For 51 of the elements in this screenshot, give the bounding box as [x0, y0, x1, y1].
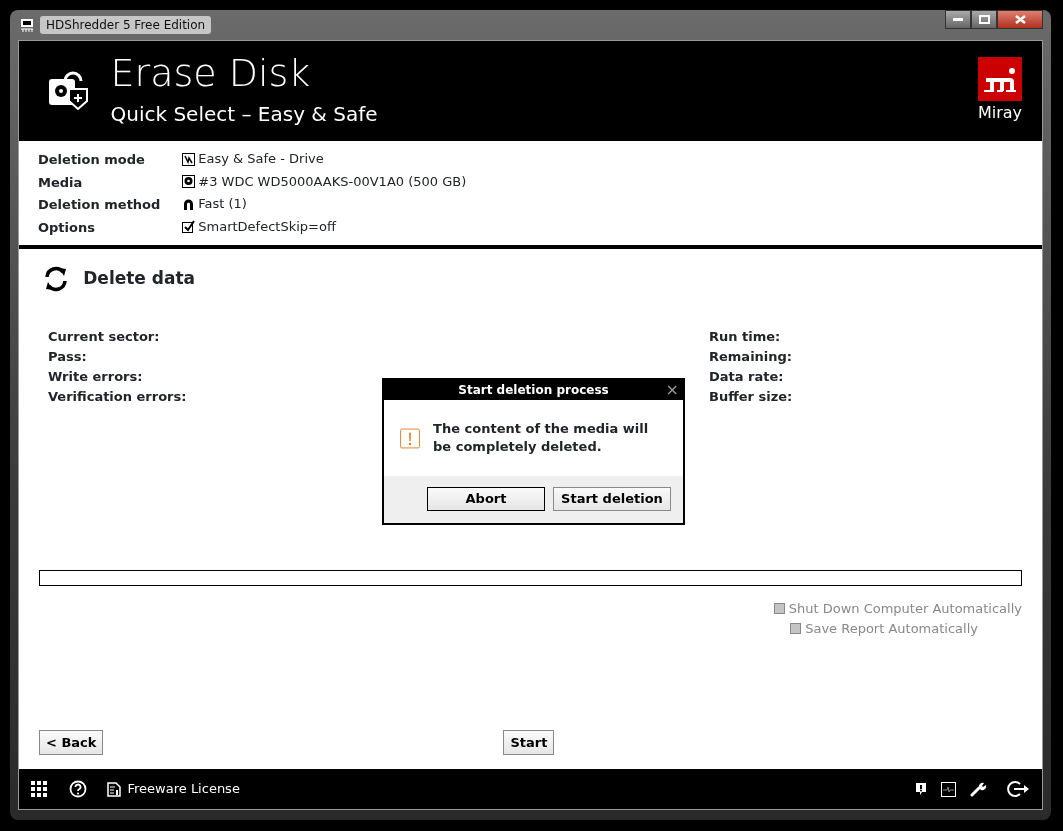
- start-button[interactable]: Start: [503, 729, 555, 755]
- field-value: #3 WDC WD5000AAKS-00V1A0 (500 GB): [198, 172, 467, 191]
- checkbox-icon: [182, 220, 195, 233]
- stat-label: Buffer size:: [709, 388, 793, 406]
- checkbox-label: Shut Down Computer Automatically: [788, 600, 1022, 618]
- license-link[interactable]: Freeware License: [127, 779, 240, 799]
- checkbox-label: Save Report Automatically: [805, 619, 978, 638]
- brand-name: Miray: [977, 102, 1022, 124]
- close-button[interactable]: [997, 10, 1043, 29]
- disk-icon: [182, 175, 195, 188]
- maximize-icon: [978, 15, 990, 24]
- stat-label: Remaining:: [709, 348, 793, 366]
- exit-icon[interactable]: [1006, 780, 1030, 798]
- stat-label: Pass:: [48, 348, 87, 366]
- field-value: Fast (1): [198, 195, 247, 213]
- minimize-button[interactable]: [945, 10, 971, 29]
- close-icon: [1014, 15, 1026, 24]
- help-icon[interactable]: [69, 780, 87, 798]
- dialog-message: The content of the media will be completely deleted.: [433, 420, 650, 456]
- field-value: SmartDefectSkip=off: [198, 217, 336, 236]
- stat-label: Run time:: [709, 328, 781, 346]
- page-title: Erase Disk: [110, 53, 312, 95]
- page-subtitle: Quick Select – Easy & Safe: [110, 100, 378, 128]
- wrench-icon[interactable]: [969, 781, 986, 797]
- log-icon[interactable]: [940, 781, 956, 797]
- close-button[interactable]: ×: [665, 380, 679, 400]
- app-icon: [20, 18, 34, 32]
- stat-label: Data rate:: [709, 368, 784, 386]
- back-button[interactable]: < Back: [39, 729, 104, 755]
- magnet-icon: [182, 197, 195, 211]
- document-icon: [107, 781, 121, 797]
- start-deletion-button[interactable]: Start deletion: [553, 487, 671, 511]
- field-label: Media: [38, 171, 182, 194]
- grid-menu-icon[interactable]: [31, 781, 47, 797]
- maximize-button[interactable]: [971, 10, 997, 29]
- stat-label: Verification errors:: [48, 388, 187, 406]
- field-label: Deletion method: [38, 196, 162, 215]
- minimize-icon: [953, 18, 963, 21]
- abort-button[interactable]: Abort: [427, 487, 545, 511]
- disk-shield-icon: [47, 69, 91, 113]
- stat-label: Current sector:: [48, 328, 160, 346]
- logo-icon: [977, 57, 1022, 101]
- field-label: Options: [38, 216, 182, 239]
- wave-icon: [182, 152, 195, 166]
- feedback-icon[interactable]: [914, 782, 927, 796]
- stat-label: Write errors:: [48, 368, 143, 386]
- dialog-title: Start deletion process: [458, 383, 609, 397]
- field-value: Easy & Safe - Drive: [198, 150, 324, 168]
- window-title: HDShredder 5 Free Edition: [40, 16, 212, 34]
- section-title: Delete data: [83, 267, 196, 291]
- field-label: Deletion mode: [38, 149, 182, 172]
